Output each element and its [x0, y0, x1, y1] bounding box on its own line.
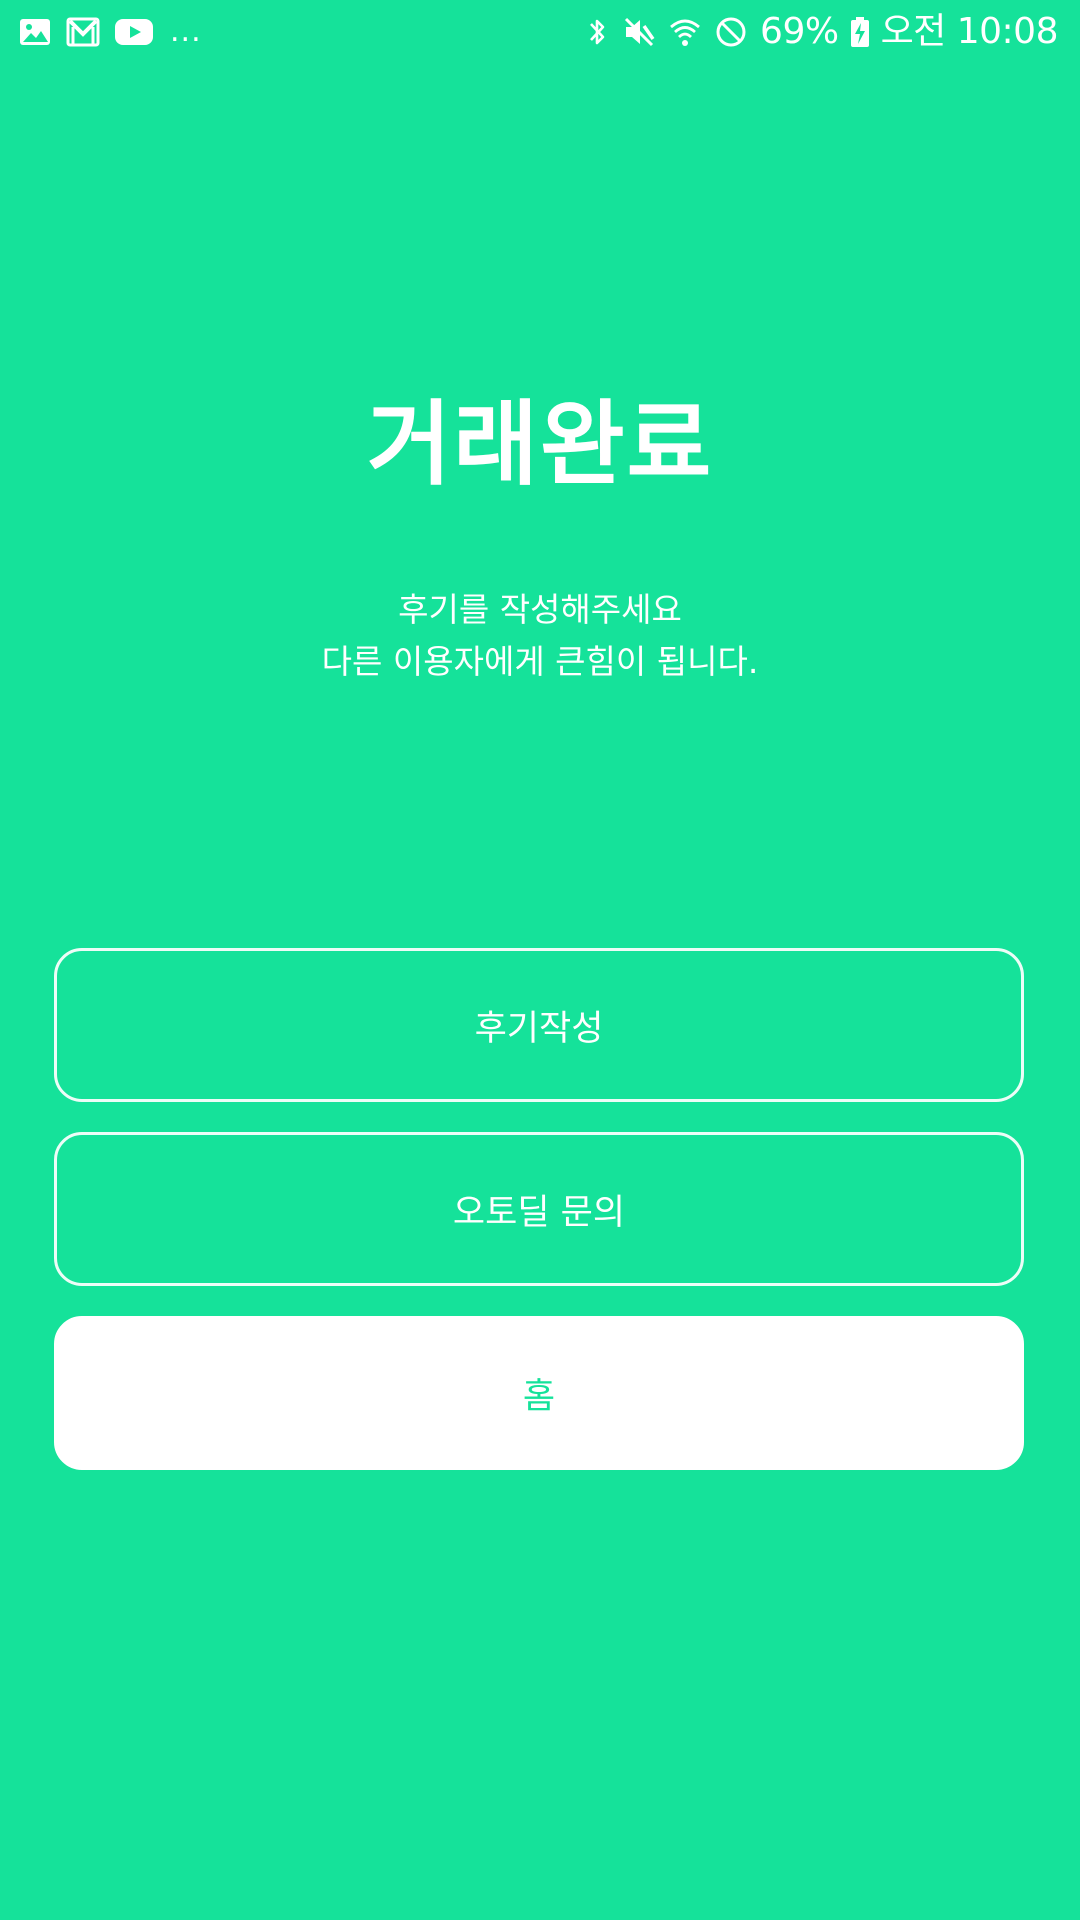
page-title: 거래완료	[366, 391, 714, 498]
wifi-icon	[668, 15, 702, 49]
battery-percentage: 69%	[760, 11, 839, 52]
battery-charging-icon	[850, 17, 869, 47]
gmail-icon	[66, 15, 100, 49]
subtitle-line-2: 다른 이용자에게 큰힘이 됩니다.	[321, 642, 759, 681]
bluetooth-icon	[584, 15, 610, 49]
home-button-label: 홈	[522, 1376, 556, 1417]
clock: 오전 10:08	[880, 11, 1059, 52]
notification-area: ...	[18, 12, 202, 52]
write-review-button-label: 후기작성	[474, 1008, 604, 1049]
status-bar: ... 69% 오전 10:08	[0, 0, 1080, 64]
system-status-area: 69% 오전 10:08	[584, 8, 1059, 56]
home-button[interactable]: 홈	[54, 1316, 1024, 1470]
inquiry-button[interactable]: 오토딜 문의	[54, 1132, 1024, 1286]
do-not-disturb-icon	[714, 15, 748, 49]
mute-icon	[622, 15, 656, 49]
youtube-icon	[114, 15, 154, 49]
write-review-button[interactable]: 후기작성	[54, 948, 1024, 1102]
more-notifications-indicator: ...	[170, 14, 202, 49]
gallery-icon	[18, 15, 52, 49]
subtitle-line-1: 후기를 작성해주세요	[398, 590, 682, 629]
inquiry-button-label: 오토딜 문의	[452, 1192, 626, 1233]
